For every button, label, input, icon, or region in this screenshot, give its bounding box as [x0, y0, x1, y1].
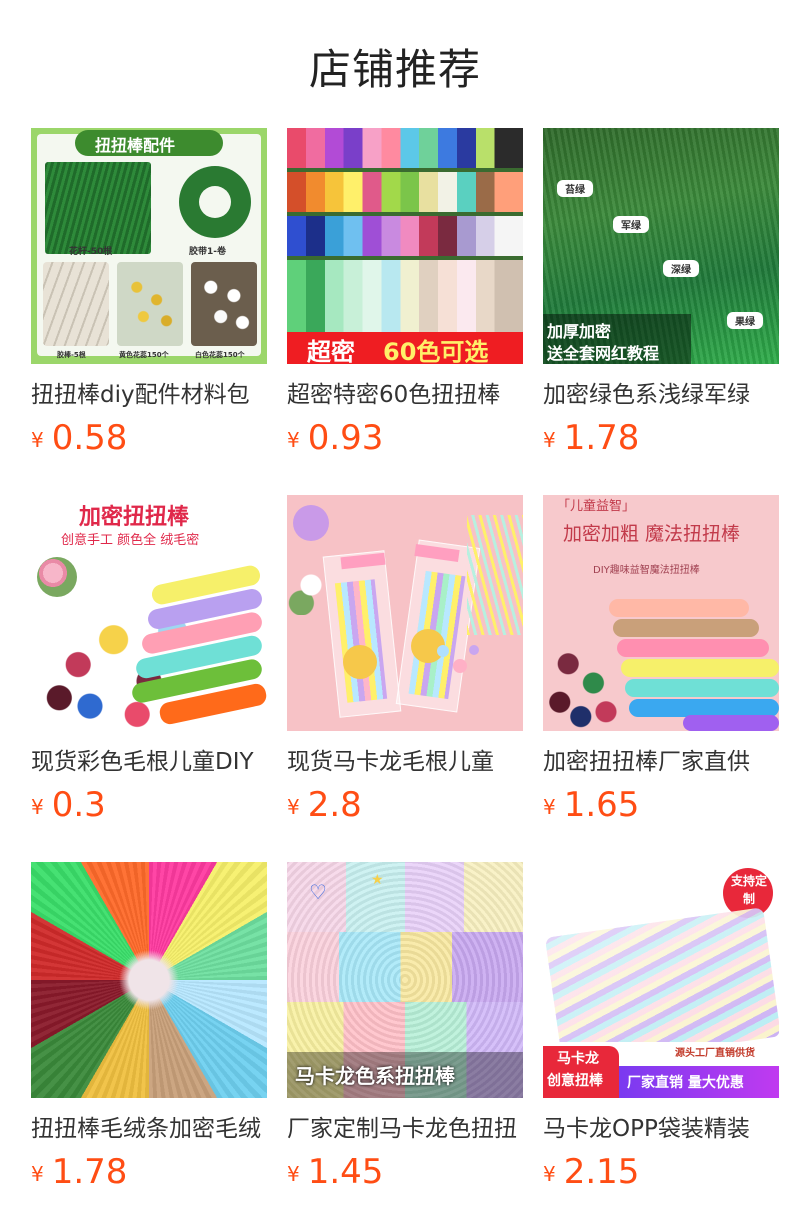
- image-caption: 深绿: [663, 260, 699, 277]
- image-caption: 军绿: [613, 216, 649, 233]
- green-pipe-cleaners-image[interactable]: 苔绿 军绿 深绿 果绿 加厚加密 送全套网红教程: [543, 128, 779, 364]
- product-name[interactable]: 现货彩色毛根儿童DIY: [31, 747, 267, 777]
- macaron-pack-image[interactable]: [287, 495, 523, 731]
- currency-symbol: ¥: [287, 1162, 300, 1186]
- page-title: 店铺推荐: [308, 45, 481, 94]
- sixty-color-pipe-cleaners-image[interactable]: 超密 60色可选: [287, 128, 523, 364]
- product-name[interactable]: 马卡龙OPP袋装精装: [543, 1114, 779, 1144]
- product-card[interactable]: 扭扭棒配件 花杆-50根 胶带1-卷 胶棒-5根 黄色花蕊150个 白色花蕊15…: [31, 128, 267, 468]
- image-caption: 厂家直销 量大优惠: [627, 1075, 744, 1091]
- product-price: ¥1.45: [287, 1152, 383, 1192]
- product-card[interactable]: 超密 60色可选 超密特密60色扭扭棒 ¥0.93: [287, 128, 523, 468]
- price-value: 1.78: [563, 418, 640, 458]
- currency-symbol: ¥: [31, 428, 44, 452]
- price-value: 1.78: [51, 1152, 128, 1192]
- colorful-pipe-cleaners-image[interactable]: 加密扭扭棒 创意手工 颜色全 绒毛密: [31, 495, 267, 731]
- price-value: 0.93: [307, 418, 384, 458]
- image-caption: 支持定制: [731, 874, 768, 906]
- image-caption: 加密扭扭棒: [79, 505, 190, 530]
- product-name[interactable]: 加密绿色系浅绿军绿: [543, 380, 779, 410]
- price-value: 2.15: [563, 1152, 640, 1192]
- product-card[interactable]: 苔绿 军绿 深绿 果绿 加厚加密 送全套网红教程 加密绿色系浅绿军绿 ¥1.78: [543, 128, 779, 468]
- star-icon: ★: [371, 872, 384, 888]
- product-price: ¥0.93: [287, 418, 383, 458]
- image-caption: 黄色花蕊150个: [119, 351, 169, 359]
- product-card[interactable]: ♡ ★ 马卡龙色系扭扭棒 厂家定制马卡龙色扭扭 ¥1.45: [287, 862, 523, 1202]
- product-name[interactable]: 扭扭棒毛绒条加密毛绒: [31, 1114, 267, 1144]
- product-price: ¥2.15: [543, 1152, 639, 1192]
- product-price: ¥0.3: [31, 785, 106, 825]
- magic-pipe-cleaners-image[interactable]: 「儿童益智」 加密加粗 魔法扭扭棒 DIY趣味益智魔法扭扭棒: [543, 495, 779, 731]
- product-price: ¥1.78: [543, 418, 639, 458]
- product-name[interactable]: 扭扭棒diy配件材料包: [31, 380, 267, 410]
- image-caption: 胶棒-5根: [57, 351, 86, 359]
- floral-accessories-image[interactable]: 扭扭棒配件 花杆-50根 胶带1-卷 胶棒-5根 黄色花蕊150个 白色花蕊15…: [31, 128, 267, 364]
- opp-bag-image[interactable]: 支持定制 源头工厂直销供货 马卡龙 创意扭棒 厂家直销 量大优惠: [543, 862, 779, 1098]
- product-name[interactable]: 加密扭扭棒厂家直供: [543, 747, 779, 777]
- heart-arrow-icon: ♡: [309, 880, 327, 904]
- image-caption: 白色花蕊150个: [195, 351, 245, 359]
- currency-symbol: ¥: [543, 1162, 556, 1186]
- price-value: 0.3: [51, 785, 106, 825]
- image-caption: 创意扭棒: [547, 1073, 603, 1089]
- image-caption: 胶带1-卷: [189, 247, 226, 257]
- product-name[interactable]: 超密特密60色扭扭棒: [287, 380, 523, 410]
- image-caption: 加密加粗 魔法扭扭棒: [563, 523, 741, 545]
- image-caption: 送全套网红教程: [547, 344, 660, 363]
- product-card[interactable]: 现货马卡龙毛根儿童 ¥2.8: [287, 495, 523, 835]
- image-caption: 扭扭棒配件: [95, 136, 176, 155]
- image-caption: 超密: [307, 338, 355, 364]
- price-value: 2.8: [307, 785, 362, 825]
- product-card[interactable]: 支持定制 源头工厂直销供货 马卡龙 创意扭棒 厂家直销 量大优惠 马卡龙OPP袋…: [543, 862, 779, 1202]
- currency-symbol: ¥: [31, 1162, 44, 1186]
- product-price: ¥2.8: [287, 785, 362, 825]
- currency-symbol: ¥: [543, 428, 556, 452]
- price-value: 1.65: [563, 785, 640, 825]
- currency-symbol: ¥: [31, 795, 44, 819]
- macaron-color-image[interactable]: ♡ ★ 马卡龙色系扭扭棒: [287, 862, 523, 1098]
- image-caption: 马卡龙: [557, 1051, 599, 1067]
- image-caption: 苔绿: [557, 180, 593, 197]
- product-card[interactable]: 扭扭棒毛绒条加密毛绒 ¥1.78: [31, 862, 267, 1202]
- image-caption: 创意手工 颜色全 绒毛密: [61, 533, 200, 548]
- image-caption: DIY趣味益智魔法扭扭棒: [593, 565, 700, 576]
- product-name[interactable]: 现货马卡龙毛根儿童: [287, 747, 523, 777]
- image-caption: 马卡龙色系扭扭棒: [295, 1064, 455, 1088]
- currency-symbol: ¥: [287, 428, 300, 452]
- image-caption: 果绿: [727, 312, 763, 329]
- image-caption: 「儿童益智」: [557, 499, 636, 514]
- currency-symbol: ¥: [287, 795, 300, 819]
- image-caption: 60色可选: [383, 338, 489, 364]
- price-value: 1.45: [307, 1152, 384, 1192]
- fluffy-strips-image[interactable]: [31, 862, 267, 1098]
- product-name[interactable]: 厂家定制马卡龙色扭扭: [287, 1114, 523, 1144]
- product-price: ¥1.65: [543, 785, 639, 825]
- recommend-page: 店铺推荐 扭扭棒配件 花杆-50根 胶带1-卷 胶棒-5根 黄色花蕊150个 白…: [0, 0, 790, 1230]
- product-card[interactable]: 「儿童益智」 加密加粗 魔法扭扭棒 DIY趣味益智魔法扭扭棒 加密扭扭棒厂家直供…: [543, 495, 779, 835]
- image-caption: 源头工厂直销供货: [675, 1048, 755, 1059]
- product-price: ¥1.78: [31, 1152, 127, 1192]
- image-caption: 花杆-50根: [69, 247, 113, 257]
- price-value: 0.58: [51, 418, 128, 458]
- product-price: ¥0.58: [31, 418, 127, 458]
- product-card[interactable]: 加密扭扭棒 创意手工 颜色全 绒毛密 现货彩色毛根儿童DIY ¥0.3: [31, 495, 267, 835]
- currency-symbol: ¥: [543, 795, 556, 819]
- image-caption: 加厚加密: [547, 322, 612, 341]
